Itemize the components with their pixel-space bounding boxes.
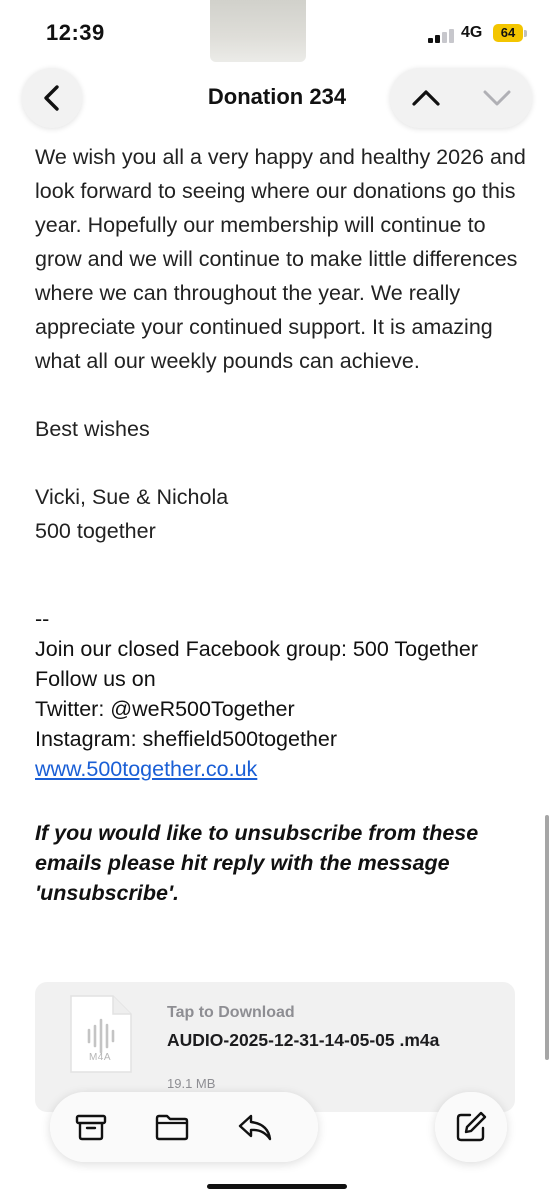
reply-icon bbox=[238, 1114, 272, 1141]
body-paragraph: We wish you all a very happy and healthy… bbox=[35, 145, 526, 373]
reply-button[interactable] bbox=[220, 1092, 290, 1162]
home-indicator[interactable] bbox=[207, 1184, 347, 1189]
compose-icon bbox=[456, 1111, 487, 1142]
compose-button[interactable] bbox=[435, 1092, 507, 1162]
battery-tip bbox=[524, 30, 527, 37]
twitter-line: Twitter: @weR500Together bbox=[35, 697, 295, 721]
chevron-left-icon bbox=[44, 85, 59, 111]
page-title: Donation 234 bbox=[207, 84, 347, 109]
signature-org: 500 together bbox=[35, 519, 156, 543]
next-message-button[interactable] bbox=[461, 68, 532, 128]
file-type-label: M4A bbox=[88, 1052, 112, 1063]
signal-strength-icon bbox=[428, 29, 456, 43]
separator: -- bbox=[35, 607, 50, 631]
signature-names: Vicki, Sue & Nichola bbox=[35, 485, 229, 509]
status-time: 12:39 bbox=[46, 20, 105, 45]
battery-icon: 64 bbox=[493, 24, 523, 42]
status-bar: 12:39 4G 64 bbox=[0, 0, 554, 70]
scrollbar[interactable] bbox=[545, 815, 549, 1060]
back-button[interactable] bbox=[22, 68, 82, 128]
chevron-up-icon bbox=[411, 90, 440, 106]
unsubscribe-note: If you would like to unsubscribe from th… bbox=[35, 821, 479, 905]
email-body: We wish you all a very happy and healthy… bbox=[35, 140, 530, 908]
chevron-down-icon bbox=[483, 90, 510, 106]
closing-line: Best wishes bbox=[35, 417, 150, 441]
archive-icon bbox=[75, 1114, 107, 1141]
email-footer: -- Join our closed Facebook group: 500 T… bbox=[35, 604, 530, 784]
status-bar-image bbox=[210, 0, 306, 62]
archive-button[interactable] bbox=[56, 1092, 126, 1162]
follow-line: Follow us on bbox=[35, 667, 156, 691]
previous-message-button[interactable] bbox=[390, 68, 461, 128]
attachment-file-name: AUDIO-2025-12-31-14-05-05 .m4a bbox=[167, 1030, 440, 1050]
action-toolbar bbox=[50, 1092, 318, 1162]
attachment-file-size: 19.1 MB bbox=[167, 1076, 216, 1091]
download-prompt: Tap to Download bbox=[167, 1004, 295, 1021]
instagram-line: Instagram: sheffield500together bbox=[35, 727, 337, 751]
move-to-folder-button[interactable] bbox=[137, 1092, 207, 1162]
website-link[interactable]: www.500together.co.uk bbox=[35, 757, 257, 781]
folder-icon bbox=[155, 1114, 189, 1141]
network-type: 4G bbox=[461, 24, 483, 41]
message-navigation bbox=[390, 68, 532, 128]
facebook-line: Join our closed Facebook group: 500 Toge… bbox=[35, 637, 479, 661]
